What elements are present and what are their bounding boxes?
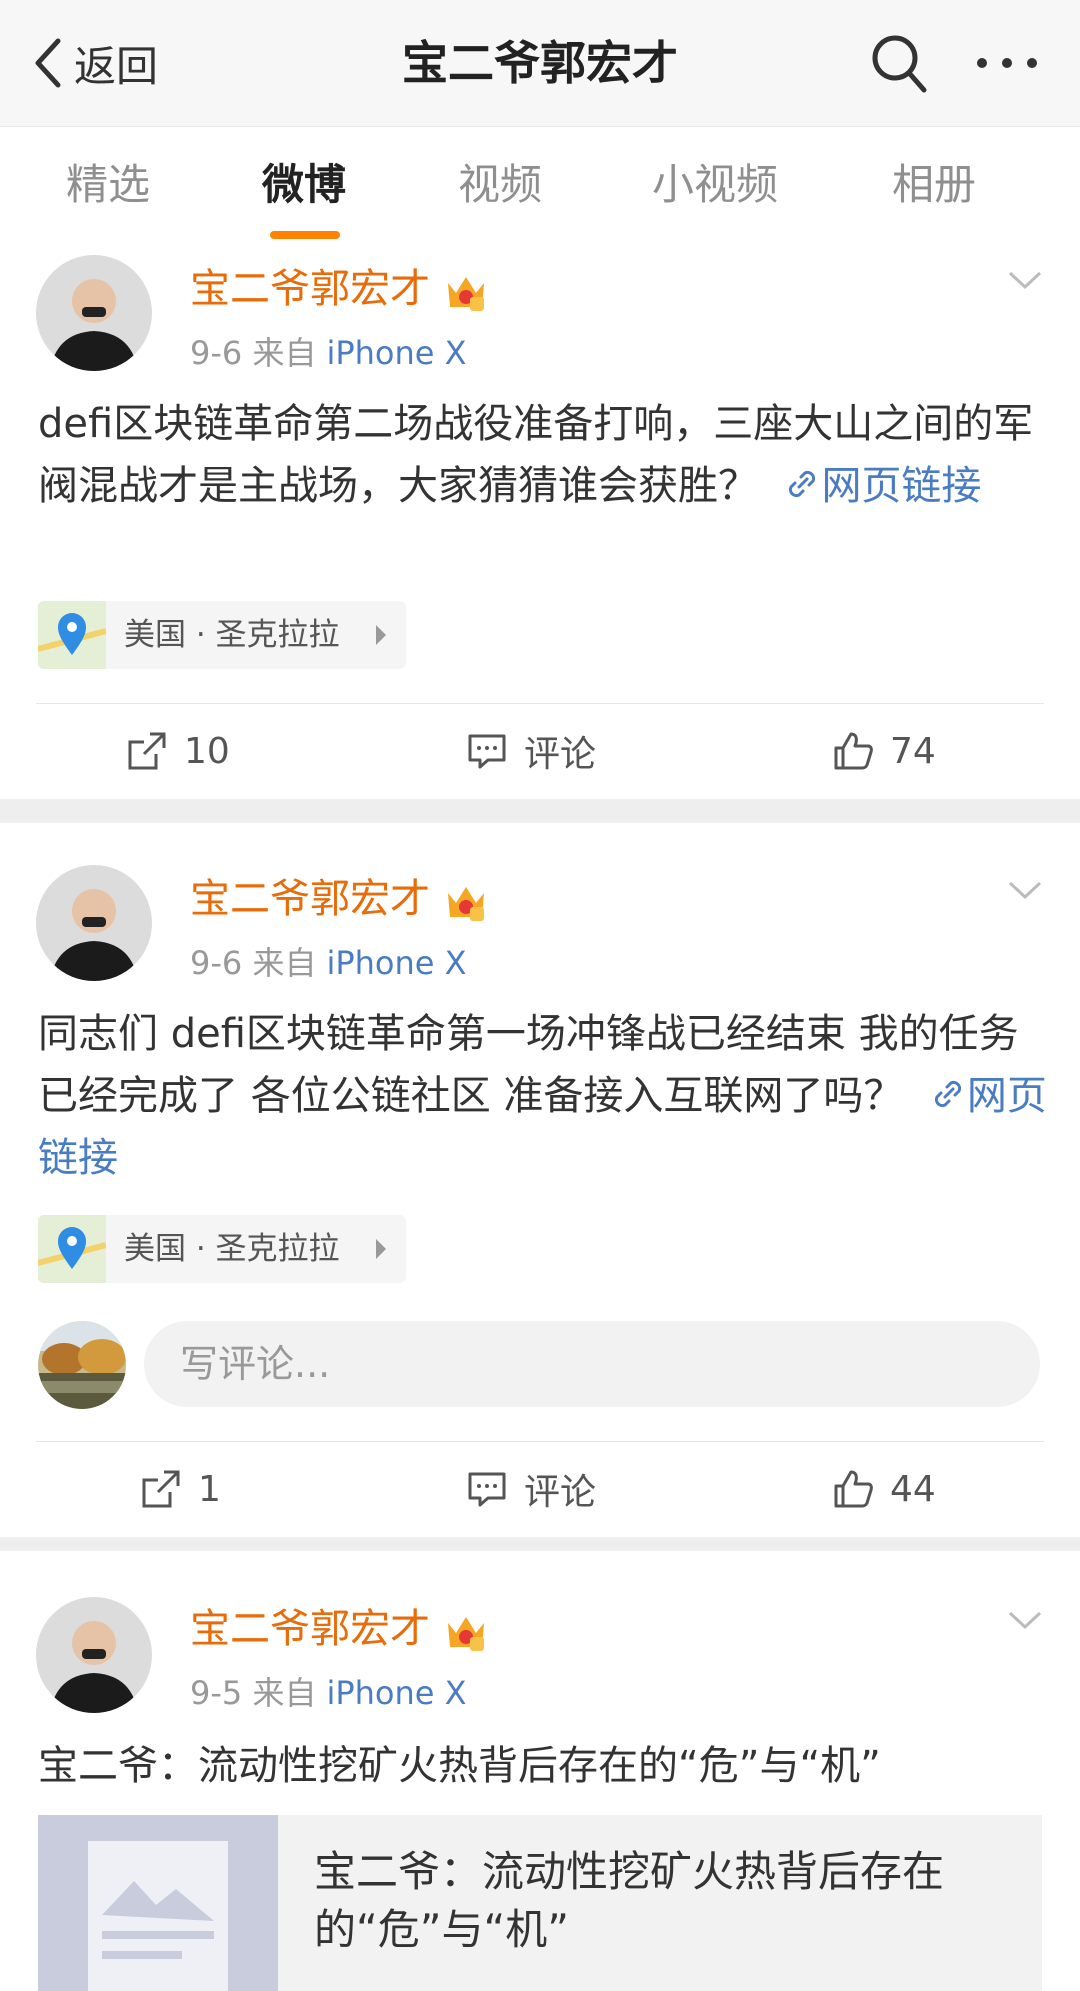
username[interactable]: 宝二爷郭宏才 (190, 1601, 430, 1657)
tab-short-video[interactable]: 小视频 (652, 157, 778, 213)
tab-weibo[interactable]: 微博 (262, 157, 346, 213)
comment-button[interactable]: 评论 (466, 721, 596, 781)
thumbs-up-icon (834, 732, 873, 770)
like-count: 74 (890, 730, 936, 772)
more-icon[interactable] (972, 40, 1042, 86)
post-text: 同志们 defi区块链革命第一场冲锋战已经结束 我的任务已经完成了 各位公链社区… (38, 1003, 1048, 1193)
post-separator (0, 1537, 1080, 1551)
avatar[interactable] (36, 1597, 152, 1713)
chevron-down-icon[interactable] (1006, 877, 1044, 903)
source-prefix: 来自 (252, 1674, 317, 1712)
like-button[interactable]: 74 (832, 721, 936, 781)
comment-icon (468, 734, 506, 769)
divider (36, 703, 1044, 704)
username[interactable]: 宝二爷郭宏才 (190, 261, 430, 317)
post-meta: 9-6 来自 iPhone X (190, 331, 467, 375)
location-label: 美国 · 圣克拉拉 (124, 1231, 340, 1267)
web-link[interactable]: 网页链接 (821, 463, 981, 509)
avatar[interactable] (36, 255, 152, 371)
avatar-image (36, 255, 152, 371)
map-thumbnail (38, 1215, 106, 1283)
vip-crown-icon (448, 1617, 484, 1651)
repost-icon (142, 1470, 180, 1508)
repost-button[interactable]: 1 (140, 1459, 221, 1519)
divider (36, 1441, 1044, 1442)
vip-crown-icon (448, 277, 484, 311)
chevron-down-icon[interactable] (1006, 1607, 1044, 1633)
active-tab-indicator (270, 231, 340, 239)
my-avatar-image (38, 1321, 126, 1409)
avatar-image (36, 865, 152, 981)
post: 宝二爷郭宏才 9-5 来自 iPhone X 宝二爷：流动性挖矿火热背后存在的“危… (0, 1551, 1080, 1991)
vip-crown-icon (448, 887, 484, 921)
article-thumbnail (38, 1815, 278, 1991)
like-button[interactable]: 44 (832, 1459, 936, 1519)
comment-label: 评论 (524, 734, 597, 775)
avatar-image (36, 1597, 152, 1713)
caret-right-icon (376, 625, 386, 645)
map-thumbnail (38, 601, 106, 669)
location-tag[interactable]: 美国 · 圣克拉拉 (38, 1215, 406, 1283)
post: 宝二爷郭宏才 9-6 来自 iPhone X 同志们 defi区块链革命第一场冲锋… (0, 823, 1080, 1537)
post-date: 9-5 (190, 1674, 243, 1712)
source-prefix: 来自 (252, 944, 317, 982)
comment-icon (468, 1472, 506, 1507)
my-avatar[interactable] (38, 1321, 126, 1409)
post-text: 宝二爷：流动性挖矿火热背后存在的“危”与“机” (38, 1743, 881, 1789)
comment-placeholder: 写评论... (180, 1342, 331, 1386)
repost-count: 10 (184, 730, 230, 772)
post-meta: 9-5 来自 iPhone X (190, 1671, 467, 1715)
comment-input[interactable]: 写评论... (144, 1321, 1040, 1407)
post-meta: 9-6 来自 iPhone X (190, 941, 467, 985)
article-title: 宝二爷：流动性挖矿火热背后存在的“危”与“机” (314, 1847, 945, 1954)
nav-bar: 返回 宝二爷郭宏才 (0, 0, 1080, 126)
tab-featured[interactable]: 精选 (66, 157, 150, 213)
article-card[interactable]: 宝二爷：流动性挖矿火热背后存在的“危”与“机” (38, 1815, 1042, 1991)
thumbs-up-icon (834, 1470, 873, 1508)
tab-video[interactable]: 视频 (458, 157, 542, 213)
caret-right-icon (376, 1239, 386, 1259)
username[interactable]: 宝二爷郭宏才 (190, 871, 430, 927)
source-prefix: 来自 (252, 334, 317, 372)
like-count: 44 (890, 1468, 936, 1510)
avatar[interactable] (36, 865, 152, 981)
post-source[interactable]: iPhone X (326, 334, 466, 372)
location-tag[interactable]: 美国 · 圣克拉拉 (38, 601, 406, 669)
comment-label: 评论 (524, 1472, 597, 1513)
post-date: 9-6 (190, 944, 243, 982)
post-source[interactable]: iPhone X (326, 944, 466, 982)
location-label: 美国 · 圣克拉拉 (124, 617, 340, 653)
post-date: 9-6 (190, 334, 243, 372)
search-icon[interactable] (868, 30, 930, 96)
tab-bar: 精选 微博 视频 小视频 相册 (0, 126, 1080, 248)
repost-count: 1 (198, 1468, 221, 1510)
repost-icon (128, 732, 166, 770)
tab-album[interactable]: 相册 (892, 157, 976, 213)
post-text: defi区块链革命第二场战役准备打响，三座大山之间的军阀混战才是主战场，大家猜猜… (38, 393, 1048, 583)
repost-button[interactable]: 10 (126, 721, 230, 781)
post-separator (0, 799, 1080, 823)
post-body: 同志们 defi区块链革命第一场冲锋战已经结束 我的任务已经完成了 各位公链社区… (38, 1011, 1019, 1119)
link-icon (934, 1080, 961, 1108)
chevron-down-icon[interactable] (1006, 267, 1044, 293)
comment-button[interactable]: 评论 (466, 1459, 596, 1519)
link-icon (789, 470, 816, 498)
post-source[interactable]: iPhone X (326, 1674, 466, 1712)
post: 宝二爷郭宏才 9-6 来自 iPhone X defi区块链革命第二场战役准备打响… (0, 247, 1080, 799)
